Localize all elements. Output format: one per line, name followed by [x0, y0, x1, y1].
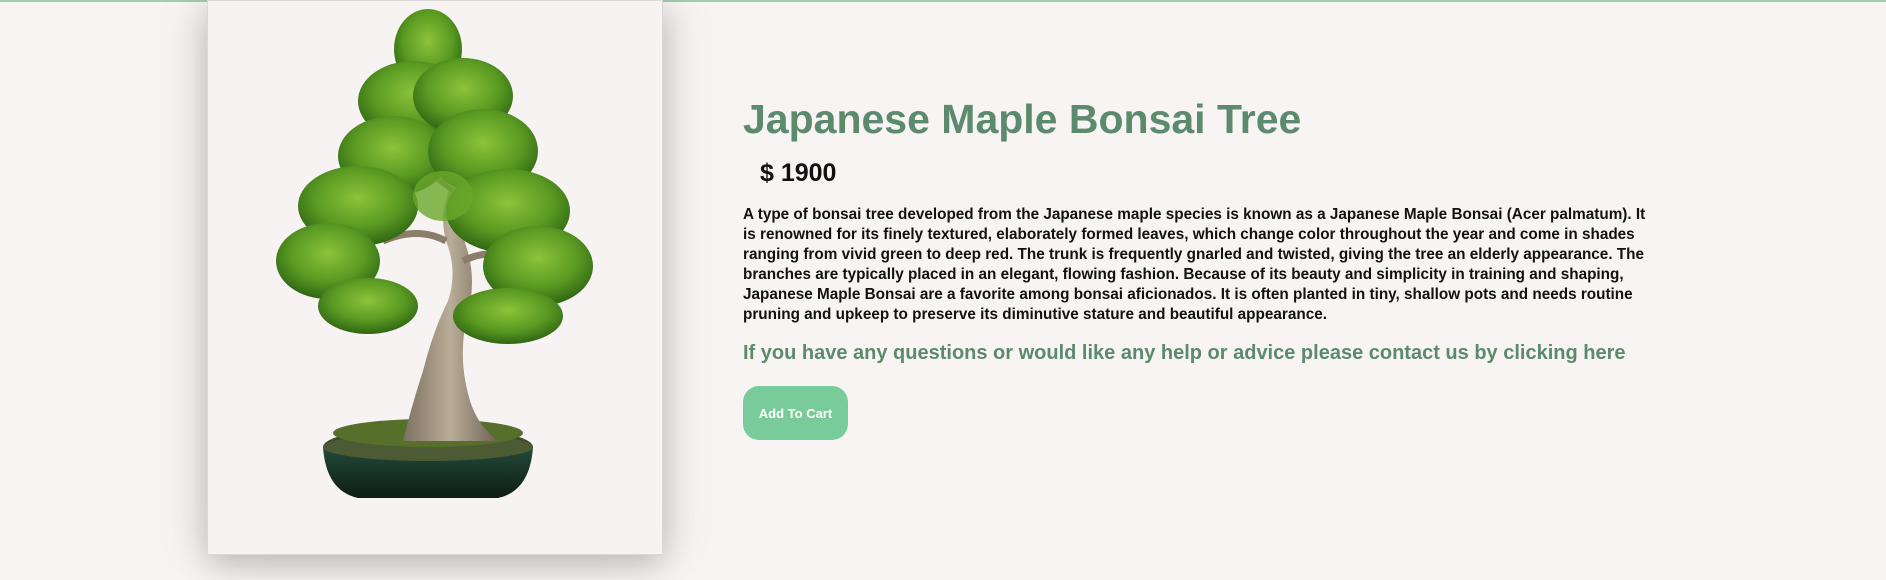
product-description: A type of bonsai tree developed from the…	[743, 206, 1646, 323]
add-to-cart-button[interactable]: Add To Cart	[743, 386, 848, 440]
bonsai-tree-image	[276, 9, 593, 498]
product-image-card	[207, 0, 663, 555]
product-price: $ 1900	[760, 159, 837, 187]
product-title: Japanese Maple Bonsai Tree	[743, 96, 1302, 142]
product-info: Japanese Maple Bonsai Tree $ 1900 A type…	[743, 95, 1653, 440]
contact-link[interactable]: If you have any questions or would like …	[743, 341, 1653, 365]
